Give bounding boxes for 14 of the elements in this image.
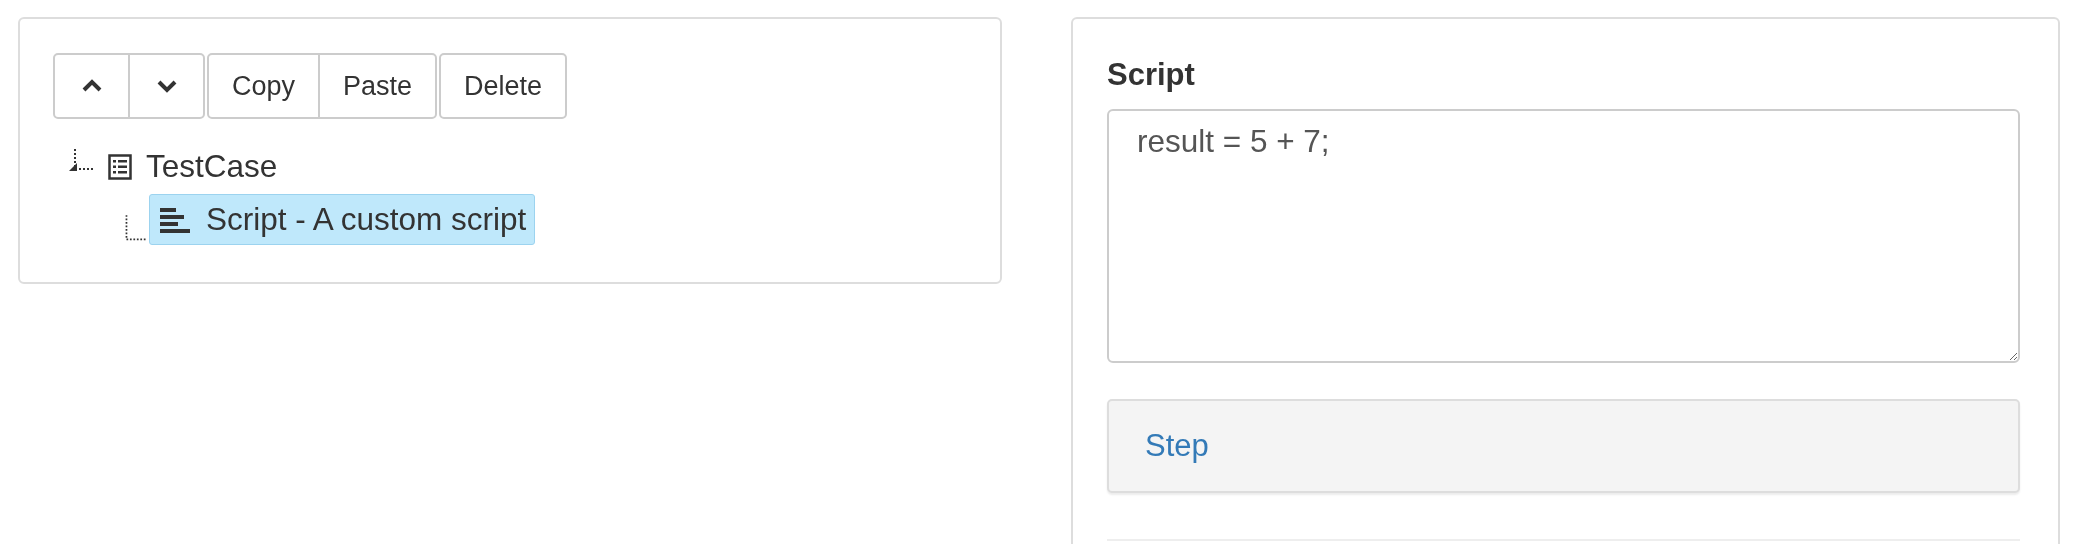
toolbar-button[interactable]: Copy bbox=[207, 53, 321, 119]
tree-item[interactable]: TestCase bbox=[97, 141, 287, 192]
list-icon bbox=[108, 153, 132, 180]
field-label: Script bbox=[1107, 57, 1196, 93]
script-field[interactable]: result = 5 + 7; bbox=[1107, 109, 2020, 363]
step-link[interactable]: Step bbox=[1145, 428, 1209, 464]
chevron-down-icon bbox=[156, 79, 177, 93]
chevron-up-icon bbox=[81, 79, 102, 93]
tree-item[interactable]: Script - A custom script bbox=[149, 194, 536, 245]
toolbar-button[interactable]: Paste bbox=[318, 53, 438, 119]
move-up-button[interactable] bbox=[53, 53, 130, 119]
align-left-icon bbox=[160, 206, 192, 233]
move-down-button[interactable] bbox=[128, 53, 205, 119]
toolbar-button[interactable]: Delete bbox=[439, 53, 568, 119]
